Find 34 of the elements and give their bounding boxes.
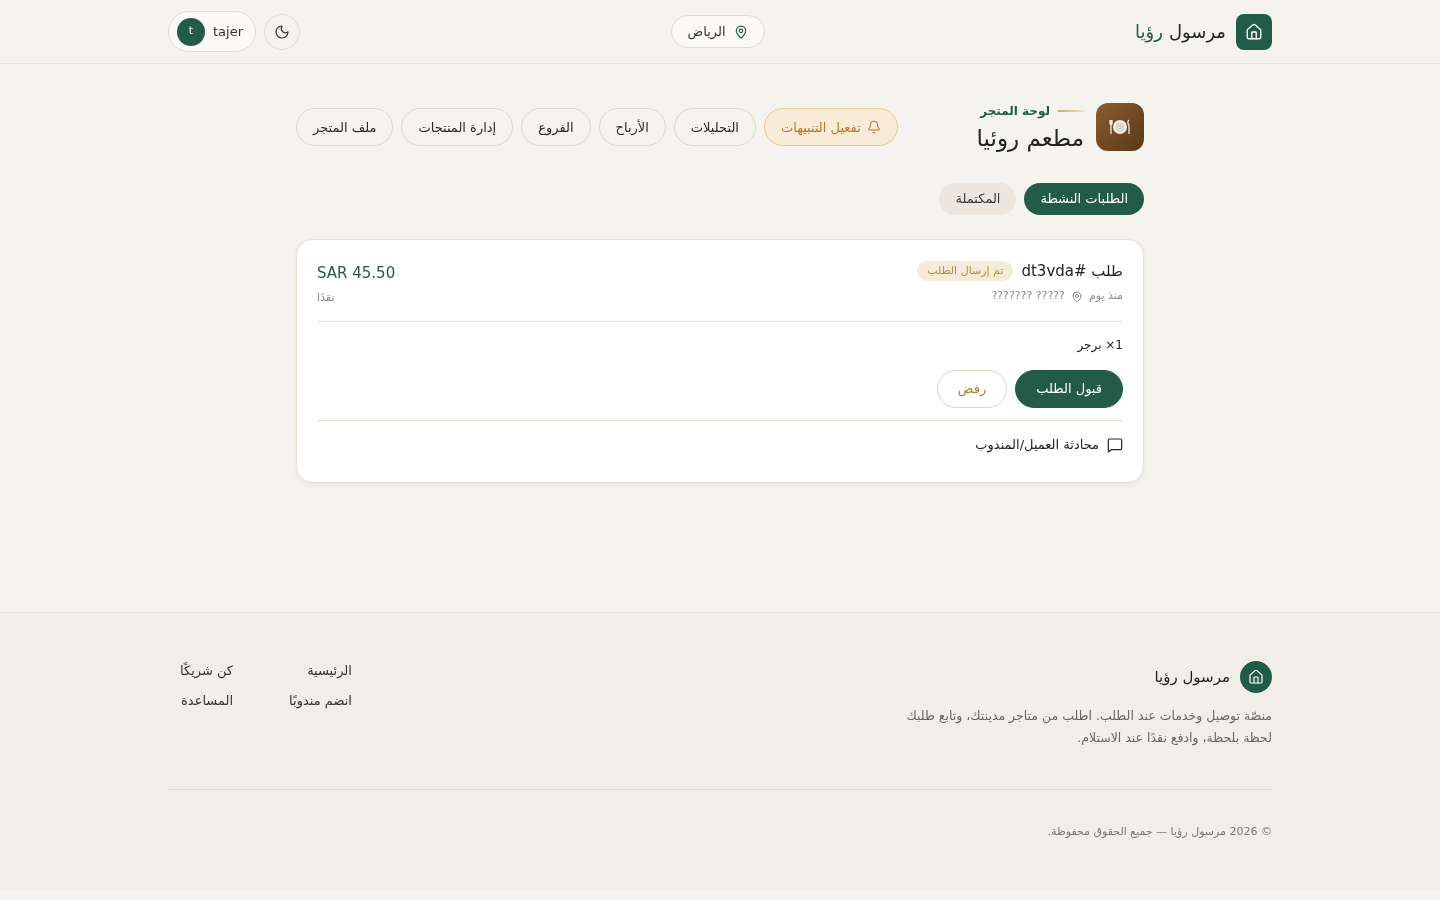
moon-icon — [274, 23, 291, 40]
payment-method: نقدًا — [317, 290, 335, 307]
plate-icon — [1096, 103, 1144, 152]
chat-icon — [1107, 436, 1123, 453]
pin-icon — [1070, 290, 1083, 303]
order-tab[interactable]: الطلبات النشطة — [1024, 182, 1144, 215]
chat-link[interactable]: محادثة العميل/المندوب — [975, 434, 1123, 455]
footer-description: منصّة توصيل وخدمات عند الطلب. اطلب من متاجر مدينتك، وتابع طلبك لحظة بلحظة، وادفع نقدًا عند الاستلام. — [905, 707, 1272, 748]
footer-link[interactable]: انضم مندوبًا — [289, 690, 352, 711]
location-button[interactable]: الرياض — [670, 15, 765, 48]
footer-link[interactable]: الرئيسية — [289, 661, 352, 681]
order-address: ????? ??????? — [991, 288, 1065, 305]
order-time: منذ يوم — [1088, 288, 1123, 305]
user-avatar: t — [177, 17, 205, 46]
bell-icon — [866, 120, 881, 135]
footer-link[interactable]: كن شريكًا — [180, 661, 234, 681]
footer-brand: مرسول رؤيا — [1154, 667, 1230, 688]
home-icon[interactable] — [1236, 13, 1272, 50]
dashboard-eyebrow: لوحة المتجر — [980, 103, 1050, 120]
order-tab[interactable]: المكتملة — [939, 182, 1017, 215]
status-badge: تم إرسال الطلب — [917, 261, 1014, 281]
accent-line — [1058, 110, 1084, 112]
accept-button[interactable]: قبول الطلب — [1015, 369, 1123, 408]
order-title: طلب #dt3vda — [1021, 260, 1123, 282]
home-icon — [1240, 661, 1272, 694]
footer-link[interactable]: المساعدة — [180, 690, 234, 711]
pin-icon — [733, 24, 748, 39]
order-item: 1× برجر — [1076, 336, 1123, 354]
store-name: مطعم روئيا — [976, 124, 1084, 153]
brand-accent: رؤيا — [1135, 20, 1163, 45]
order-total: SAR 45.50 — [317, 262, 396, 284]
copyright: © 2026 مرسول رؤيا — جميع الحقوق محفوظة. — [1047, 825, 1272, 839]
reject-button[interactable]: رفض — [936, 369, 1008, 408]
brand-name: مرسول — [1168, 20, 1226, 45]
